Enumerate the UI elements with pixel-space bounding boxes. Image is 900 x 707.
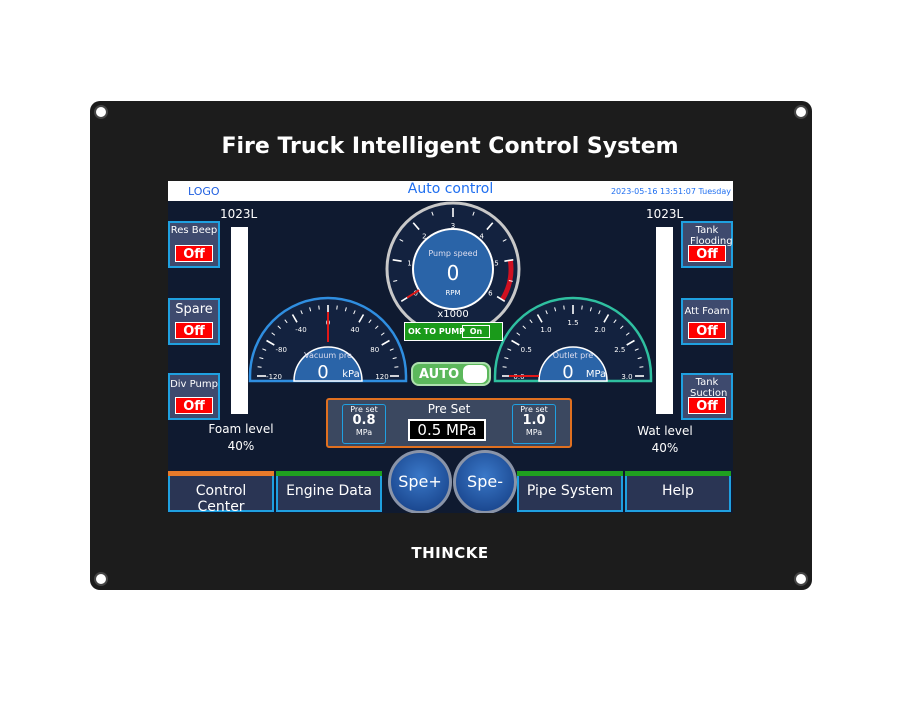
tab-label: Pipe System (526, 483, 614, 499)
vacuum-gauge-tick-label: -40 (295, 326, 306, 334)
vacuum-gauge-tick-label: -80 (276, 346, 287, 354)
pump-gauge-tick-label: 6 (488, 289, 493, 297)
vacuum-gauge-tick-label: 120 (375, 373, 388, 381)
pump-gauge-unit: RPM (445, 289, 460, 297)
tab-control-center[interactable]: Control Center (168, 471, 274, 513)
tab-engine-data[interactable]: Engine Data (276, 471, 382, 512)
outlet-gauge-tick (563, 305, 565, 310)
vacuum-gauge-unit: kPa (342, 369, 360, 380)
preset-value: 0.8 (352, 413, 376, 428)
pump-multiplier: x1000 (437, 309, 468, 320)
outlet-gauge-tick-label: 3.0 (621, 373, 632, 381)
ok-to-pump-indicator: OK TO PUMP On (404, 322, 503, 341)
pump-gauge-tick-label: 1 (407, 259, 411, 267)
outlet-gauge-tick (639, 366, 644, 368)
vacuum-gauge-tick-label: 40 (351, 326, 360, 334)
vacuum-gauge-tick (336, 305, 338, 310)
outlet-gauge-tick-label: 0.5 (521, 346, 532, 354)
outlet-gauge-tick-label: 1.5 (567, 319, 578, 327)
preset-right-button[interactable]: Pre set 1.0 MPa (512, 404, 556, 444)
gauges: -120-80-4004080120Vacuum pre0kPa0.00.51.… (248, 201, 653, 383)
mount-hole (94, 572, 108, 586)
vacuum-gauge-tick-label: -120 (266, 373, 282, 381)
outlet-gauge-unit: MPa (586, 369, 606, 380)
mount-hole (794, 105, 808, 119)
mount-hole (94, 105, 108, 119)
tab-accent (276, 471, 382, 476)
tab-accent (517, 471, 623, 476)
hmi-screen: LOGO Auto control 2023-05-16 13:51:07 Tu… (168, 181, 733, 513)
tab-accent (625, 471, 731, 476)
vacuum-gauge-tick (257, 366, 262, 368)
pump-gauge-tick-label: 5 (494, 259, 498, 267)
pump-gauge-value: 0 (447, 261, 460, 285)
pump-gauge-label: Pump speed (428, 249, 477, 258)
outlet-gauge-tick-label: 1.0 (540, 326, 551, 334)
toggle-knob (463, 365, 487, 383)
vacuum-gauge-tick-label: 80 (370, 346, 379, 354)
preset-value: 1.0 (522, 413, 546, 428)
tab-help[interactable]: Help (625, 471, 731, 512)
mount-hole (794, 572, 808, 586)
outlet-gauge-value: 0 (562, 362, 573, 383)
outlet-gauge-label: Outlet pre (553, 351, 594, 360)
tab-label: Engine Data (286, 483, 372, 499)
tab-label: Help (662, 483, 694, 499)
preset-unit: MPa (355, 428, 373, 437)
speed-up-button[interactable]: Spe+ (388, 450, 452, 513)
outlet-gauge-tick-label: 2.0 (594, 326, 605, 334)
speed-down-button[interactable]: Spe- (453, 450, 517, 513)
vacuum-gauge-tick (394, 366, 399, 368)
outlet-gauge-tick (581, 305, 583, 310)
vacuum-gauge-label: Vacuum pre (304, 351, 352, 360)
tab-label: Control Center (195, 483, 247, 513)
auto-label: AUTO (419, 367, 460, 382)
outlet-gauge-tick-label: 2.5 (614, 346, 625, 354)
brand-logo: THINCKE (411, 544, 489, 562)
device-title: Fire Truck Intelligent Control System (221, 134, 679, 159)
ok-to-pump-state[interactable]: On (462, 325, 490, 338)
tab-accent (168, 471, 274, 476)
vacuum-gauge-tick (318, 305, 320, 310)
preset-unit: MPa (525, 428, 543, 437)
preset-current-value[interactable]: 0.5 MPa (408, 419, 486, 441)
auto-mode-toggle[interactable]: AUTO (411, 362, 491, 386)
outlet-gauge-tick (502, 366, 507, 368)
vacuum-gauge-value: 0 (317, 362, 328, 383)
ok-to-pump-label: OK TO PUMP (408, 327, 466, 336)
preset-panel: Pre set 0.8 MPa Pre Set 0.5 MPa Pre set 1.0… (326, 398, 572, 448)
tab-pipe-system[interactable]: Pipe System (517, 471, 623, 512)
